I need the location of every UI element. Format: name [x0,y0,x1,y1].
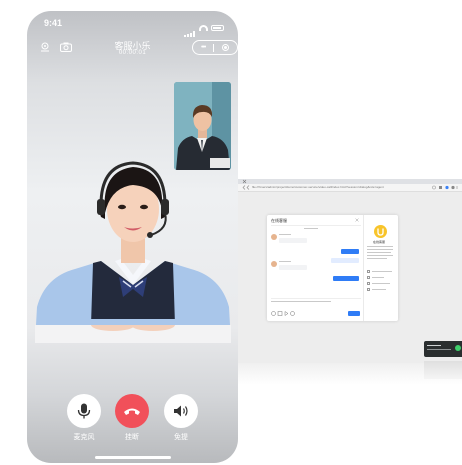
speaker-button[interactable] [164,394,198,428]
agent-avatar [271,261,277,267]
status-time: 9:41 [44,18,63,28]
record-icon[interactable] [222,44,230,51]
toast-text-line [427,349,451,350]
option-checkbox[interactable] [367,288,370,291]
url-text[interactable]: file:///Users/admin/project/demo/custome… [252,184,428,191]
chat-input-hint[interactable] [271,301,331,302]
browser-window: file:///Users/admin/project/demo/custome… [238,179,462,363]
option-checkbox[interactable] [367,276,370,279]
option-label [372,289,386,290]
option-label [372,271,392,272]
sidebar-text-line [367,255,393,256]
send-button[interactable] [348,311,360,316]
status-icons [184,19,224,37]
notification-toast[interactable] [424,341,462,357]
header-divider [271,225,361,226]
hangup-label: 挂断 [125,434,139,441]
input-divider [271,298,361,299]
agent-video-image [35,161,231,343]
agent-name-line [279,234,291,235]
wifi-icon [199,25,208,31]
agent-name-line [279,261,291,262]
message-bubble-user [333,276,359,281]
sidebar-text-line [367,258,387,259]
microphone-icon [77,403,91,419]
option-checkbox[interactable] [367,282,370,285]
more-icon[interactable]: ••• [201,44,206,51]
chat-toolbar-icons[interactable] [271,311,301,316]
option-checkbox[interactable] [367,270,370,273]
brand-name: 在线客服 [373,240,386,244]
brand-logo [374,225,387,238]
browser-toolbar-icons[interactable] [431,185,459,190]
message-bubble-agent [279,238,307,243]
time-divider [304,228,318,229]
pill-divider [213,43,215,52]
message-bubble-agent [279,265,307,270]
call-options-pill[interactable]: ••• [192,40,238,55]
sidebar-text-line [367,249,393,250]
mic-button[interactable] [67,394,101,428]
sidebar-text-line [367,252,391,253]
toast-accept-icon[interactable] [455,345,461,351]
toast-title-line [427,345,441,346]
message-bubble-user [341,249,359,254]
mic-label: 麦克风 [73,434,95,441]
message-bubble-user [331,258,359,263]
phone-screen: 9:41 客服小乐 00:00:01 ••• 麦克风 挂断 免提 [27,11,238,463]
speaker-icon [174,405,188,417]
signal-icon [184,19,196,37]
option-label [372,283,390,284]
home-indicator[interactable] [95,456,171,459]
brand-logo-mark [377,228,384,236]
dialog-header: 在线客服 [271,218,287,223]
battery-icon [211,25,224,31]
notification-reflection [424,361,462,379]
hangup-button[interactable] [115,394,149,428]
phone-hangup-icon [124,408,140,415]
nav-arrows-icon[interactable] [242,185,250,190]
option-label [372,277,384,278]
sidebar-text-line [367,246,393,247]
address-bar[interactable]: file:///Users/admin/project/demo/custome… [238,184,462,192]
close-icon[interactable] [355,218,359,222]
agent-avatar [271,234,277,240]
chat-dialog: 在线客服 在线客服 [267,215,398,321]
speaker-label: 免提 [174,434,188,441]
sidebar-divider [363,215,364,321]
